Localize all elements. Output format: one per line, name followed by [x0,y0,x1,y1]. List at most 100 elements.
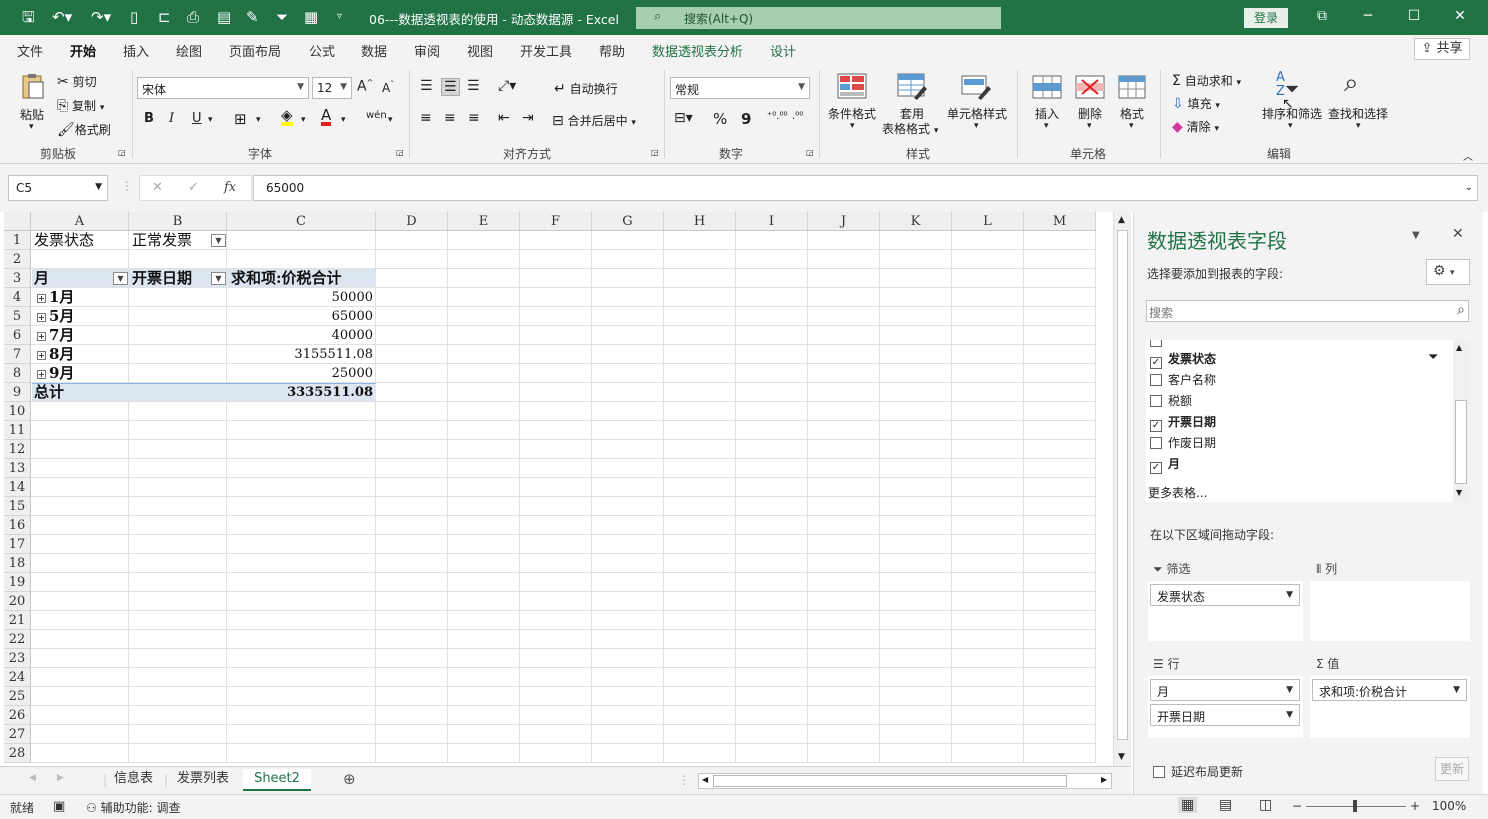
number-launcher-icon[interactable]: ◲ [806,148,814,157]
new-file-icon[interactable]: ▯ [130,8,138,26]
bold-button[interactable]: B [144,111,154,126]
settings-gear-icon[interactable]: ⚙ ▾ [1426,259,1470,285]
increase-decimal-icon[interactable]: ⁺⁰.⁰⁰ [767,111,787,122]
comma-style-button[interactable]: 9 [741,110,751,128]
defer-update-checkbox[interactable]: 延迟布局更新 [1153,763,1243,780]
h-scroll-thumb[interactable] [713,775,1067,787]
row-header-14[interactable]: 14 [4,478,31,497]
sheet-tab-info[interactable]: 信息表 [108,769,159,791]
phonetic-icon[interactable]: wén [366,110,387,121]
column-header-m[interactable]: M [1024,212,1096,231]
page-break-view-icon[interactable]: ◫ [1259,797,1272,813]
font-color-icon[interactable]: A [321,108,332,126]
scroll-thumb[interactable] [1117,230,1128,740]
tab-formulas[interactable]: 公式 [309,41,335,60]
next-sheet-icon[interactable]: ▶ [57,773,64,783]
tab-review[interactable]: 审阅 [414,41,440,60]
search-box[interactable]: ⌕ 搜索(Alt+Q) [636,7,1001,29]
expand-icon[interactable]: + [37,312,46,322]
undo-icon[interactable]: ↶▾ [52,8,72,26]
column-header-l[interactable]: L [952,212,1024,231]
clear-button[interactable]: ◆ 清除 ▾ [1172,118,1219,135]
worksheet-grid[interactable]: ABCDEFGHIJKLM 1 2 3 4 5 6 7 8 9 10 11 12 13 14 15 16 17 1… [4,212,1112,764]
row-header-28[interactable]: 28 [4,744,31,763]
pivot-total-label[interactable]: 总计 [34,383,64,402]
paste-label[interactable]: 粘贴 [20,106,44,123]
row-header-15[interactable]: 15 [4,497,31,516]
insert-cells-icon[interactable] [1031,74,1063,104]
column-header-g[interactable]: G [592,212,664,231]
align-bottom-icon[interactable]: ☰ [467,78,480,94]
login-button[interactable]: 登录 [1244,8,1288,28]
checkbox[interactable] [1150,374,1162,386]
font-size-select[interactable]: 12 ▼ [312,77,352,99]
more-tables-link[interactable]: 更多表格... [1148,484,1207,501]
row-header-20[interactable]: 20 [4,592,31,611]
align-right-icon[interactable]: ≡ [468,110,480,126]
row-header-6[interactable]: 6 [4,326,31,345]
open-folder-icon[interactable]: ⊏ [158,8,171,26]
tab-data[interactable]: 数据 [361,41,387,60]
sort-filter-label[interactable]: 排序和筛选 [1262,105,1322,122]
increase-indent-icon[interactable]: ⇥ [522,110,534,126]
scroll-up-icon[interactable]: ▲ [1456,343,1462,352]
form-icon[interactable]: ✎ [246,8,259,26]
pivot-row-value[interactable]: 3155511.08 [228,345,376,364]
pivot-filter-label[interactable]: 发票状态 [34,231,94,250]
row-header-4[interactable]: 4 [4,288,31,307]
row-header-8[interactable]: 8 [4,364,31,383]
expand-icon[interactable]: + [37,350,46,360]
sheet-tab-invoices[interactable]: 发票列表 [171,769,235,791]
pivot-row-value[interactable]: 40000 [228,326,376,345]
wrap-text-button[interactable]: ↵ 自动换行 [554,80,618,97]
row-header-22[interactable]: 22 [4,630,31,649]
row-header-17[interactable]: 17 [4,535,31,554]
table-icon[interactable]: ▦ [304,8,318,26]
name-box[interactable]: C5 ▼ [8,175,108,201]
checkbox[interactable] [1153,766,1165,778]
column-header-i[interactable]: I [736,212,808,231]
border-icon[interactable]: ⊞ [234,110,247,128]
cell-styles-icon[interactable] [960,72,992,102]
checkbox[interactable] [1150,395,1162,407]
column-header-k[interactable]: K [880,212,952,231]
format-painter-button[interactable]: 🖌格式刷 [57,121,111,138]
fill-color-icon[interactable]: ◈ [281,108,293,126]
tab-home[interactable]: 开始 [67,41,99,67]
row-chip-date[interactable]: 开票日期 ▼ [1150,704,1300,726]
area-rows-box[interactable]: 月 ▼ 开票日期 ▼ [1148,676,1303,738]
prev-sheet-icon[interactable]: ◀ [29,773,36,783]
pivot-row-value[interactable]: 50000 [228,288,376,307]
row-header-23[interactable]: 23 [4,649,31,668]
accessibility-status[interactable]: ⚇ 辅助功能: 调查 [86,799,180,816]
minimize-icon[interactable]: ─ [1358,8,1378,24]
conditional-format-label[interactable]: 条件格式 [828,105,876,122]
row-header-9[interactable]: 9 [4,383,31,402]
row-header-7[interactable]: 7 [4,345,31,364]
row-header-24[interactable]: 24 [4,668,31,687]
scroll-left-icon[interactable]: ◀ [702,775,708,784]
zoom-in-icon[interactable]: + [1410,799,1420,813]
row-header-26[interactable]: 26 [4,706,31,725]
pivot-filter-value[interactable]: 正常发票 [132,231,192,250]
align-middle-icon[interactable]: ☰ [441,78,460,96]
fill-color-dropdown-icon[interactable]: ▾ [301,115,306,125]
pivot-row-value[interactable]: 65000 [228,307,376,326]
field-list-scrollbar[interactable]: ▲ ▼ [1453,340,1469,502]
ribbon-display-icon[interactable]: ⧉ [1312,8,1332,24]
column-header-f[interactable]: F [520,212,592,231]
column-header-a[interactable]: A [31,212,129,231]
checkbox[interactable] [1150,437,1162,449]
cell-styles-label[interactable]: 单元格样式 [947,105,1007,122]
column-header-e[interactable]: E [448,212,520,231]
close-icon[interactable]: ✕ [1450,8,1470,24]
update-button[interactable]: 更新 [1435,757,1469,781]
checkbox-checked[interactable]: ✓ [1150,357,1162,369]
field-item-customer[interactable]: 客户名称 [1150,371,1216,388]
decrease-indent-icon[interactable]: ⇤ [498,110,510,126]
row-header-18[interactable]: 18 [4,554,31,573]
paste-dropdown-icon[interactable]: ▾ [29,122,34,132]
format-cells-label[interactable]: 格式 [1120,105,1144,122]
pane-options-icon[interactable]: ▼ [1412,230,1420,241]
pivot-row-month[interactable]: +1月 [37,288,74,307]
